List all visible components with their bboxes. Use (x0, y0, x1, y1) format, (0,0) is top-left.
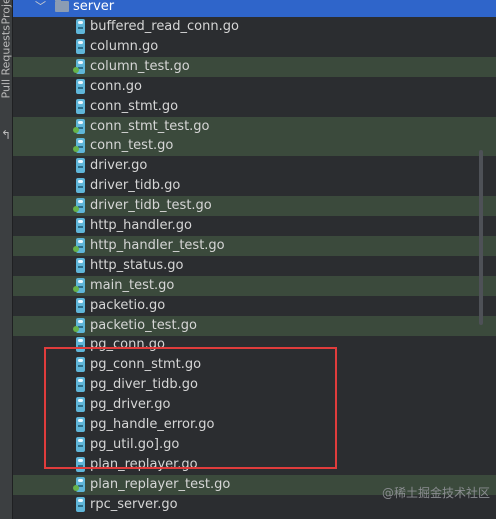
vertical-scrollbar[interactable] (479, 150, 483, 325)
watermark: @稀土掘金技术社区 (381, 486, 490, 500)
file-name: http_status.go (90, 257, 184, 273)
file-name: conn_stmt.go (90, 98, 179, 114)
file-name: conn_test.go (90, 138, 174, 154)
go-file-icon (76, 218, 85, 233)
tree-file-item[interactable]: main_test.go (13, 275, 496, 296)
test-badge-icon (73, 325, 79, 332)
go-file-icon (76, 297, 85, 313)
go-file-icon (76, 496, 85, 512)
file-name: driver.go (90, 158, 148, 174)
tree-file-item[interactable]: http_handler.go (13, 216, 496, 236)
tree-file-item[interactable]: conn_stmt.go (13, 97, 496, 117)
file-name: column_test.go (90, 58, 190, 74)
test-badge-icon (73, 245, 79, 252)
file-name: driver_tidb_test.go (90, 198, 212, 214)
file-name: plan_replayer_test.go (90, 476, 231, 492)
tree-file-item[interactable]: buffered_read_conn.go (13, 17, 496, 37)
go-file-icon (76, 78, 85, 94)
folder-icon (55, 0, 69, 12)
test-badge-icon (73, 285, 79, 292)
tool-window-strip: Proje Pull Requests ↰ (0, 0, 13, 519)
tree-file-item[interactable]: column_test.go (13, 56, 496, 77)
go-file-icon (76, 98, 85, 114)
file-name: packetio.go (90, 297, 166, 313)
project-tool-button[interactable]: Proje (0, 0, 13, 25)
file-name: http_handler_test.go (90, 237, 225, 253)
file-name: column.go (90, 38, 159, 54)
file-name: rpc_server.go (90, 496, 178, 512)
tree-file-item[interactable]: column.go (13, 37, 496, 57)
file-name: driver_tidb.go (90, 178, 181, 194)
go-file-icon (76, 38, 85, 54)
tree-file-item[interactable]: driver.go (13, 156, 496, 176)
tree-file-item[interactable]: http_status.go (13, 256, 496, 276)
go-file-icon (76, 158, 85, 174)
folder-label: server (73, 0, 115, 14)
test-badge-icon (73, 126, 79, 133)
file-name: main_test.go (90, 277, 175, 293)
tree-folder-server[interactable]: ﹀ server (13, 0, 496, 17)
go-file-icon (76, 257, 85, 273)
file-name: buffered_read_conn.go (90, 19, 239, 34)
file-name: conn.go (90, 78, 142, 94)
pull-request-icon: ↰ (1, 128, 12, 142)
file-name: conn_stmt_test.go (90, 118, 210, 134)
pull-requests-tool-button[interactable]: Pull Requests (0, 25, 13, 98)
test-badge-icon (73, 484, 79, 491)
tree-file-item[interactable]: conn_test.go (13, 136, 496, 157)
tree-file-item[interactable]: http_handler_test.go (13, 235, 496, 256)
go-file-icon (76, 19, 85, 34)
tree-file-item[interactable]: driver_tidb.go (13, 176, 496, 196)
highlight-box (44, 347, 337, 469)
tree-file-item[interactable]: conn_stmt_test.go (13, 116, 496, 137)
tree-file-item[interactable]: conn.go (13, 77, 496, 97)
chevron-down-icon[interactable]: ﹀ (35, 0, 46, 14)
tree-file-item[interactable]: packetio_test.go (13, 315, 496, 336)
file-name: packetio_test.go (90, 317, 197, 333)
tree-file-item[interactable]: driver_tidb_test.go (13, 196, 496, 217)
file-name: http_handler.go (90, 218, 192, 233)
tree-file-item[interactable]: packetio.go (13, 296, 496, 316)
go-file-icon (76, 178, 85, 194)
test-badge-icon (73, 66, 79, 73)
